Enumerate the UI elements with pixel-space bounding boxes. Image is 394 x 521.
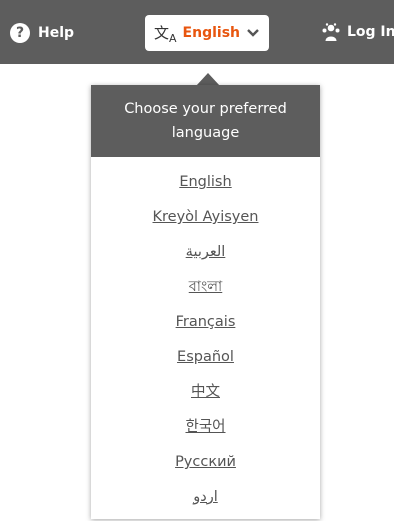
language-option-russian: Русский (91, 451, 320, 486)
language-option-bengali: বাংলা (91, 276, 320, 311)
language-option-link[interactable]: Русский (175, 454, 236, 470)
language-options-list: English Kreyòl Ayisyen العربية বাংলা Fra… (91, 157, 320, 521)
login-link[interactable]: Log In (321, 22, 394, 42)
help-link[interactable]: ? Help (10, 22, 74, 44)
translate-icon: 文A (154, 23, 177, 45)
login-label: Log In (347, 24, 394, 40)
language-option-link[interactable]: اردو (193, 489, 218, 505)
language-selector-button[interactable]: 文A English (145, 15, 269, 51)
language-option-english: English (91, 171, 320, 206)
language-option-link[interactable]: Español (177, 349, 234, 365)
language-option-urdu: اردو (91, 486, 320, 521)
language-option-chinese: 中文 (91, 381, 320, 416)
users-icon (322, 23, 340, 41)
language-dropdown-menu: Choose your preferred language English K… (91, 85, 320, 519)
language-option-french: Français (91, 311, 320, 346)
language-menu-title: Choose your preferred language (91, 85, 320, 157)
language-option-link[interactable]: Kreyòl Ayisyen (153, 209, 259, 225)
language-option-spanish: Español (91, 346, 320, 381)
language-option-link[interactable]: 한국어 (185, 419, 225, 435)
question-circle-icon: ? (10, 23, 30, 43)
language-option-link[interactable]: 中文 (191, 384, 220, 400)
top-navigation-bar: ? Help 文A English Log In (0, 0, 394, 64)
language-selector-label: English (182, 25, 240, 41)
language-option-arabic: العربية (91, 241, 320, 276)
language-option-link[interactable]: العربية (186, 244, 226, 260)
language-option-korean: 한국어 (91, 416, 320, 451)
language-option-link[interactable]: Français (176, 314, 236, 330)
language-option-link[interactable]: English (179, 174, 231, 190)
chevron-down-icon (247, 29, 259, 37)
language-option-haitian-creole: Kreyòl Ayisyen (91, 206, 320, 241)
help-label: Help (38, 25, 75, 41)
language-option-link[interactable]: বাংলা (189, 279, 223, 295)
